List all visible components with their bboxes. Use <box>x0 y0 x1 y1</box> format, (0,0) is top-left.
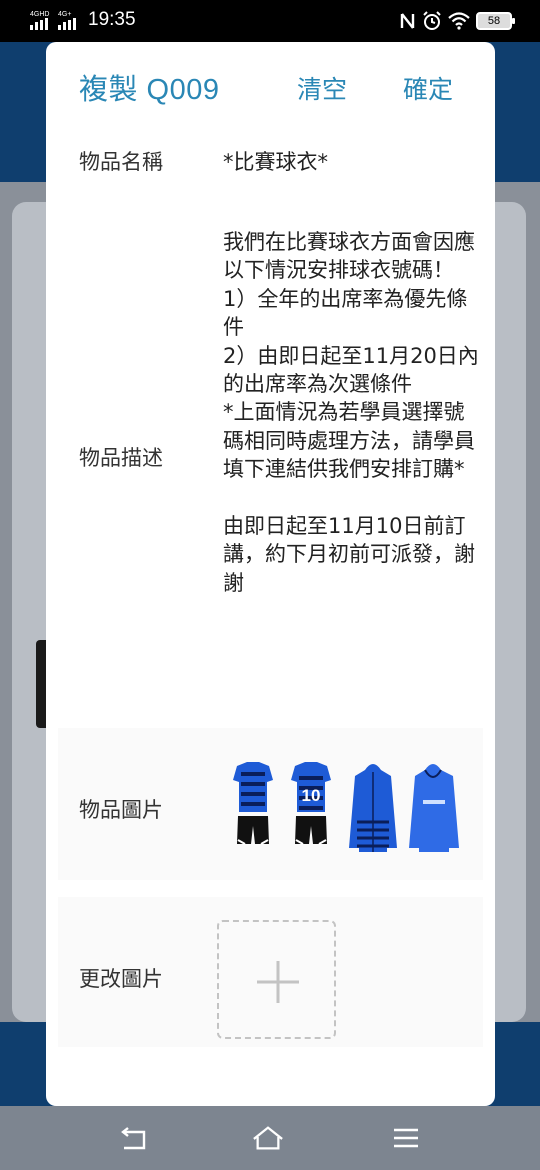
wifi-icon <box>448 12 470 30</box>
item-picture-label: 物品圖片 <box>79 798 163 822</box>
clock: 19:35 <box>88 9 136 30</box>
jacket-front-icon <box>349 764 397 852</box>
dialog-title: 複製 Q009 <box>79 74 220 106</box>
upload-picture-button[interactable] <box>217 920 336 1039</box>
alarm-icon <box>423 11 441 30</box>
nfc-icon <box>400 13 415 29</box>
item-name-field[interactable]: *比賽球衣* <box>223 146 328 176</box>
signal-icon: 4GHD 4G+ <box>30 11 76 30</box>
clear-button[interactable]: 清空 <box>297 70 347 106</box>
svg-text:4GHD: 4GHD <box>30 11 49 18</box>
copy-item-dialog: 複製 Q009 清空 確定 物品名稱 *比賽球衣* 物品描述 我們在比賽球衣方面… <box>46 42 495 1106</box>
item-picture-image[interactable]: 10 <box>223 760 468 854</box>
menu-icon[interactable] <box>390 1122 422 1154</box>
change-picture-label: 更改圖片 <box>79 967 163 991</box>
item-description-label: 物品描述 <box>79 446 163 470</box>
item-name-label: 物品名稱 <box>79 150 163 174</box>
confirm-button[interactable]: 確定 <box>403 70 453 106</box>
back-icon[interactable] <box>118 1122 150 1154</box>
item-description-field[interactable]: 我們在比賽球衣方面會因應以下情況安排球衣號碼！ 1）全年的出席率為優先條件 2）… <box>223 228 485 597</box>
status-bar: 4GHD 4G+ 19:35 58 <box>0 0 540 42</box>
plus-icon <box>257 961 299 1003</box>
home-icon[interactable] <box>252 1122 284 1154</box>
battery-icon: 58 <box>476 12 515 30</box>
jersey-back-icon: 10 <box>291 762 331 845</box>
system-nav-bar <box>0 1106 540 1170</box>
jacket-back-icon <box>409 764 459 852</box>
svg-text:10: 10 <box>302 786 321 805</box>
svg-text:4G+: 4G+ <box>58 11 71 18</box>
jersey-front-icon <box>233 762 273 845</box>
